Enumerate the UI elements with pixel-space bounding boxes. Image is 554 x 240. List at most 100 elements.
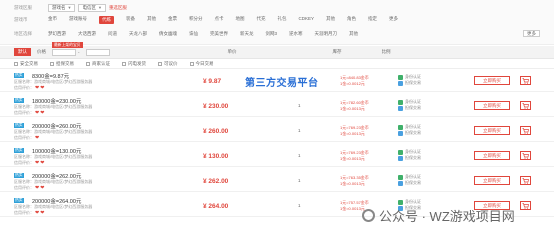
- buy-now-button[interactable]: 立即购买: [474, 126, 510, 135]
- more-button[interactable]: 更多: [523, 30, 540, 37]
- sort-default[interactable]: 默认: [14, 48, 31, 56]
- check-fast[interactable]: 闪电发货: [122, 61, 146, 67]
- listing-rating: 信用评价： ❤ ❤: [14, 160, 44, 166]
- cart-icon: [522, 178, 529, 186]
- shield-icon: [398, 130, 403, 136]
- filter-option[interactable]: 礼包: [278, 16, 287, 24]
- filter-option[interactable]: 装备: [126, 16, 135, 24]
- filter-option[interactable]: 剑网3: [266, 31, 278, 37]
- sort-stock[interactable]: 库存: [333, 49, 342, 55]
- security-line: 担保交易: [398, 155, 421, 161]
- hot-badge: 热卖: [14, 198, 24, 203]
- ratio-line: 1金=0.0013元: [340, 181, 365, 186]
- filter-option[interactable]: 问道: [108, 31, 117, 37]
- buy-now-button[interactable]: 立即购买: [474, 151, 510, 160]
- add-to-cart-button[interactable]: [520, 176, 531, 185]
- chevron-down-icon: ▼: [97, 5, 102, 10]
- reselect-server-link[interactable]: 重选区服: [109, 5, 127, 11]
- listing-ratio: 1元=769.23金币 1金=0.0013元: [340, 125, 369, 137]
- sort-price[interactable]: 价格: [37, 49, 46, 55]
- filter-option[interactable]: 其他: [349, 31, 358, 37]
- filter-option[interactable]: 天龙八部: [129, 31, 147, 37]
- filter-option[interactable]: 逆水寒: [289, 31, 303, 37]
- buy-now-button[interactable]: 立即购买: [474, 101, 510, 110]
- filter-panel: 游戏区服 游戏名 ▼ 电信区 ▼ 重选区服 游戏币 金币 游戏账号 代练 装备 其他 金票 积分…: [0, 0, 554, 45]
- check-label: 闪电发货: [128, 61, 146, 66]
- filter-option[interactable]: 梦幻西游: [48, 31, 66, 37]
- filter-option[interactable]: 金票: [168, 16, 177, 24]
- filter-option[interactable]: 新天龙: [240, 31, 254, 37]
- listing-row: 热卖 200000金=260.00元 区服名称：游戏商城/电信区/梦幻西游服务器 信用…: [0, 120, 554, 142]
- shield-icon: [398, 180, 403, 186]
- checkbox[interactable]: [189, 62, 194, 66]
- listing-row: 热卖 180000金=230.00元 区服名称：游戏商城/电信区/梦幻西游服务器 信用…: [0, 95, 554, 117]
- security-label: 担保交易: [405, 130, 421, 135]
- add-to-cart-button[interactable]: [520, 76, 531, 85]
- filter-option[interactable]: 指定: [368, 16, 377, 24]
- checkbox[interactable]: [86, 62, 90, 66]
- checkbox[interactable]: [122, 62, 126, 66]
- sort-ratio[interactable]: 比例: [382, 49, 391, 55]
- filter-option[interactable]: 地图: [236, 16, 245, 24]
- filter-option[interactable]: 完美世界: [210, 31, 228, 37]
- cart-icon: [522, 128, 529, 136]
- filter-option[interactable]: 倩女幽魂: [159, 31, 177, 37]
- price-max-input[interactable]: [85, 48, 110, 56]
- checkbox[interactable]: [158, 62, 162, 66]
- check-today[interactable]: 今日交易: [189, 61, 214, 67]
- filter-option[interactable]: 点卡: [215, 16, 224, 24]
- overlay-caption: 第三方交易平台: [245, 78, 319, 89]
- filter-option[interactable]: 更多: [389, 16, 398, 24]
- price-min-input[interactable]: [52, 48, 76, 56]
- security-info: 身份认证 担保交易: [398, 124, 421, 136]
- filter-option[interactable]: 游戏账号: [69, 16, 87, 24]
- add-to-cart-button[interactable]: [520, 151, 531, 160]
- rating-label: 信用评价：: [14, 185, 34, 190]
- filter-option[interactable]: 天涯明月刀: [315, 31, 338, 37]
- game-select[interactable]: 游戏名 ▼: [48, 3, 76, 12]
- filter-option[interactable]: 大话西游: [78, 31, 96, 37]
- add-to-cart-button[interactable]: [520, 101, 531, 110]
- listing-price: ¥ 260.00: [203, 128, 229, 135]
- buy-now-button[interactable]: 立即购买: [474, 176, 510, 185]
- check-label: 可议价: [164, 61, 178, 66]
- filter-option[interactable]: 其他: [147, 16, 156, 24]
- filter-option[interactable]: 积分分: [189, 16, 203, 24]
- verified-icon: [398, 199, 403, 205]
- ratio-line: 1金=0.0013元: [340, 106, 365, 111]
- heart-icon: ❤: [35, 209, 40, 216]
- listing-rating: 信用评价： ❤ ❤: [14, 185, 44, 191]
- ratio-line: 1金=0.0013元: [340, 156, 365, 161]
- filter-option[interactable]: 诛仙: [189, 31, 198, 37]
- verified-icon: [398, 74, 403, 80]
- type-options: 金币 游戏账号 代练 装备 其他 金票 积分分 点卡 地图 代充 礼包 CDKEY 其他 角色 指定 更多: [48, 15, 410, 24]
- sort-unit-price[interactable]: 单价: [228, 49, 237, 55]
- listing-ratio: 1元=840.83金币 1金=0.0012元: [340, 75, 369, 87]
- hot-badge: 热卖: [14, 173, 24, 178]
- check-merchant[interactable]: 商家认证: [86, 61, 110, 67]
- checkbox[interactable]: [50, 62, 54, 66]
- filter-option[interactable]: 代练: [99, 15, 114, 24]
- filter-option[interactable]: 金币: [48, 16, 57, 24]
- add-to-cart-button[interactable]: [520, 126, 531, 135]
- watermark-text: 公众号 · WZ游戏项目网: [379, 209, 515, 224]
- security-info: 身份认证 担保交易: [398, 99, 421, 111]
- add-to-cart-button[interactable]: [520, 201, 531, 210]
- check-safe[interactable]: 安全交易: [14, 61, 38, 67]
- filter-option[interactable]: 代充: [257, 16, 266, 24]
- checkbox[interactable]: [14, 62, 18, 66]
- rating-label: 信用评价：: [14, 160, 34, 165]
- listing-rating: 信用评价： ❤ ❤: [14, 85, 44, 91]
- check-negotiable[interactable]: 可议价: [158, 61, 178, 67]
- listing-ratio: 1元=763.35金币 1金=0.0013元: [340, 175, 369, 187]
- check-label: 安全交易: [20, 61, 38, 66]
- shield-icon: [398, 155, 403, 161]
- server-select[interactable]: 电信区 ▼: [78, 3, 106, 12]
- buy-now-button[interactable]: 立即购买: [474, 76, 510, 85]
- check-guarantee[interactable]: 担保交易: [50, 61, 74, 67]
- filter-row-type: 游戏币 金币 游戏账号 代练 装备 其他 金票 积分分 点卡 地图 代充 礼包 CDKEY 其他 角色 指定…: [0, 14, 554, 25]
- filter-option[interactable]: 角色: [347, 16, 356, 24]
- filter-option[interactable]: 其他: [326, 16, 335, 24]
- filter-option[interactable]: CDKEY: [299, 16, 315, 24]
- security-label: 担保交易: [405, 155, 421, 160]
